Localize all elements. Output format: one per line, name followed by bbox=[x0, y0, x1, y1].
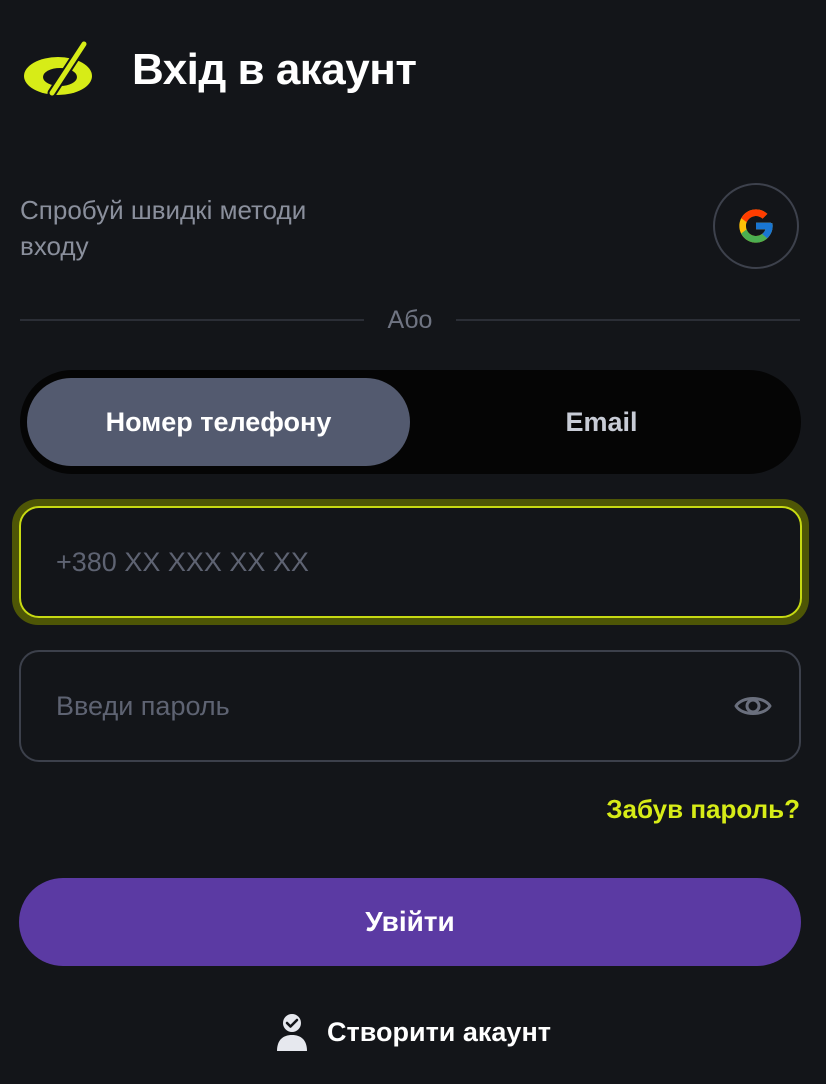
divider-label: Або bbox=[387, 305, 433, 334]
google-icon bbox=[739, 209, 773, 243]
quick-login-text: Спробуй швидкі методи входу bbox=[20, 195, 307, 261]
password-field bbox=[19, 650, 801, 762]
brand-logo-icon bbox=[24, 39, 92, 98]
tab-phone-number[interactable]: Номер телефону bbox=[27, 378, 410, 466]
login-method-toggle: Номер телефону Email bbox=[20, 370, 801, 474]
password-input[interactable] bbox=[54, 689, 731, 723]
login-page: Вхід в акаунт Спробуй швидкі методи вход… bbox=[0, 0, 826, 1084]
phone-field-focus-ring bbox=[12, 499, 809, 625]
create-account-link[interactable]: Створити акаунт bbox=[0, 1012, 826, 1052]
create-account-label: Створити акаунт bbox=[327, 1016, 551, 1047]
google-login-button[interactable] bbox=[713, 183, 799, 269]
or-divider: Або bbox=[20, 302, 800, 338]
user-check-icon bbox=[277, 1014, 308, 1051]
login-button[interactable]: Увійти bbox=[19, 878, 801, 966]
show-password-button[interactable] bbox=[731, 684, 775, 728]
forgot-password-link[interactable]: Забув пароль? bbox=[606, 794, 800, 825]
divider-line bbox=[456, 319, 800, 321]
phone-input[interactable] bbox=[54, 545, 800, 579]
eye-icon bbox=[734, 697, 772, 715]
phone-field bbox=[19, 506, 802, 618]
page-title: Вхід в акаунт bbox=[132, 45, 417, 94]
tab-email[interactable]: Email bbox=[410, 378, 793, 466]
divider-line bbox=[20, 319, 364, 321]
header: Вхід в акаунт bbox=[22, 38, 417, 102]
